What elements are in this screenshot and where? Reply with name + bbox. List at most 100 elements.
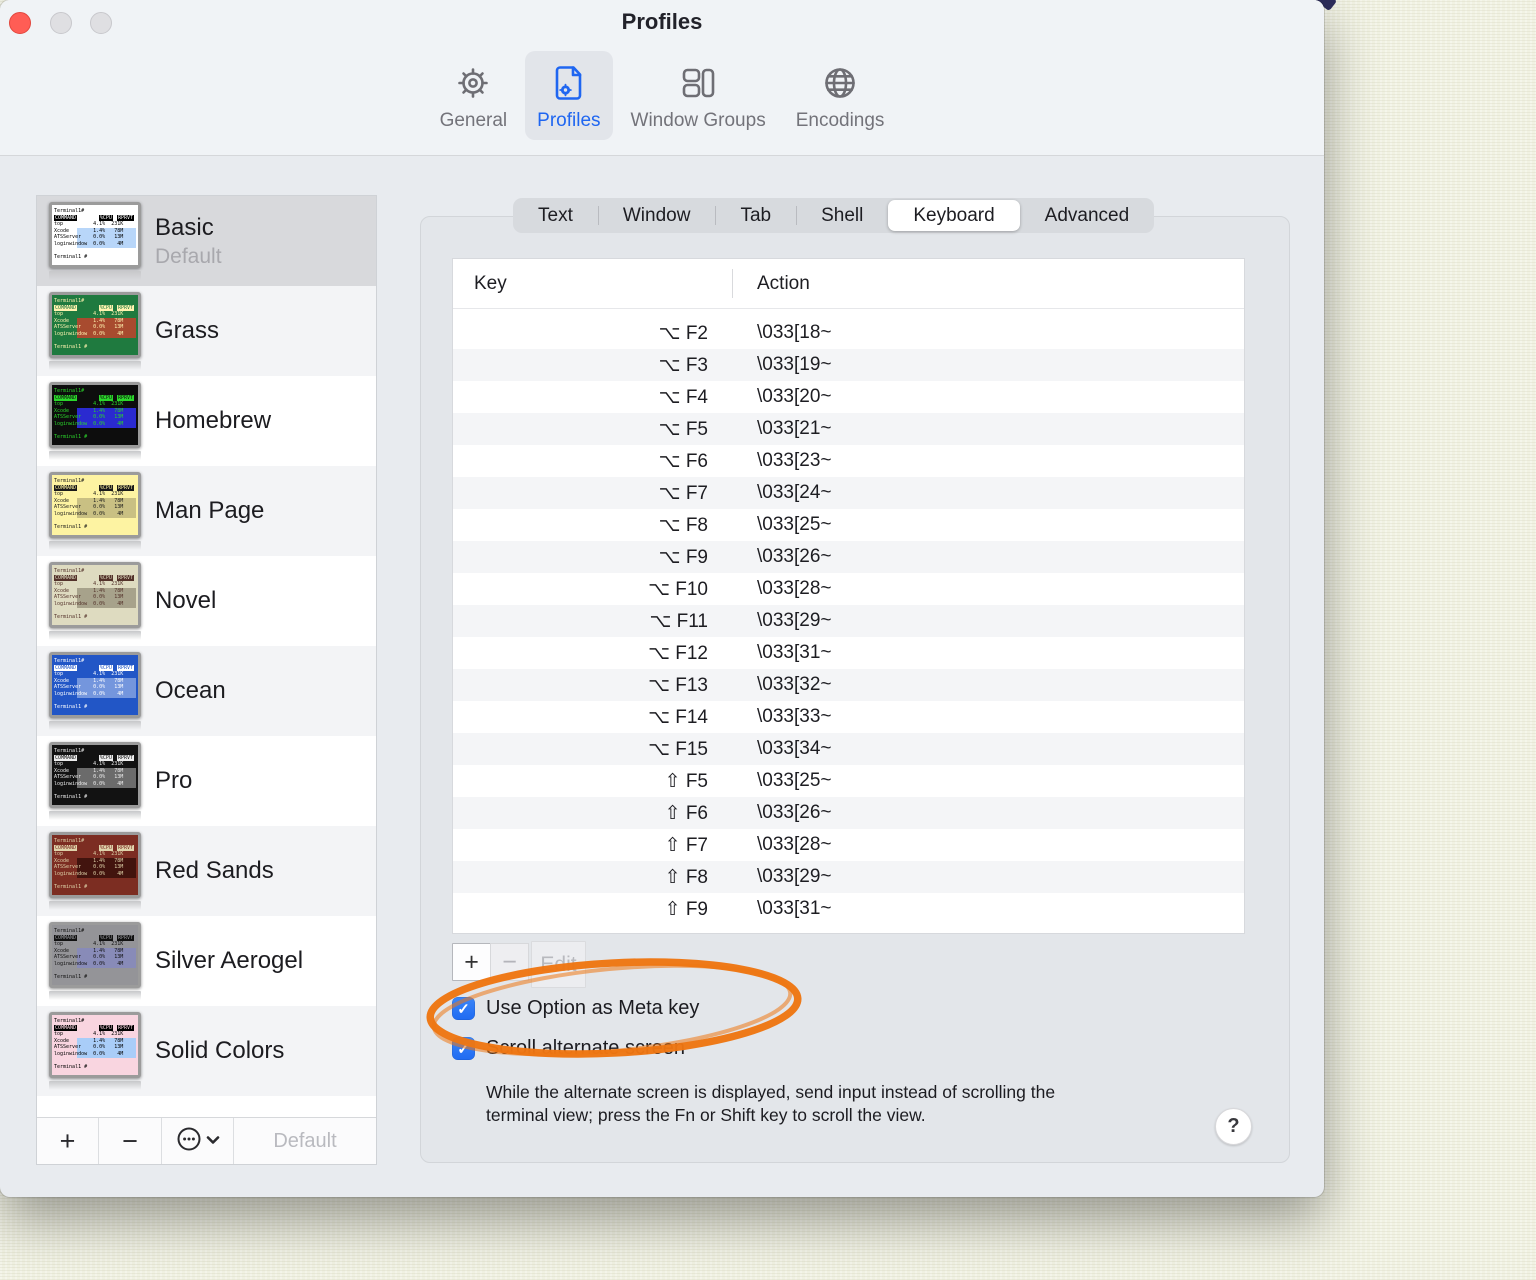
use-option-as-meta-key-checkbox-row: ✓ Use Option as Meta key [452,997,699,1020]
profile-list-item[interactable]: Terminal1# COMMAND %CPU RPRVT top 4.1% 231K X… [37,646,376,736]
remove-profile-button[interactable]: − [99,1118,162,1164]
tab-advanced[interactable]: Advanced [1020,198,1155,233]
tab-keyboard[interactable]: Keyboard [888,200,1020,231]
profile-thumbnail: Terminal1# COMMAND %CPU RPRVT top 4.1% 231K X… [49,652,141,730]
profile-tabs: Text Window Tab Shell Keyboard Advanced [513,198,1155,233]
action-cell: \033[32~ [757,674,832,695]
column-header-action[interactable]: Action [732,273,810,295]
profile-list: Terminal1# COMMAND %CPU RPRVT top 4.1% 231K X… [37,196,376,1117]
action-cell: \033[21~ [757,418,832,439]
profile-document-icon [546,60,592,106]
tab-text[interactable]: Text [513,198,598,233]
key-binding-row[interactable]: ⌥ F9 \033[26~ [453,541,1244,573]
profile-list-item[interactable]: Terminal1# COMMAND %CPU RPRVT top 4.1% 231K X… [37,556,376,646]
profile-list-item[interactable]: Terminal1# COMMAND %CPU RPRVT top 4.1% 231K X… [37,826,376,916]
action-cell: \033[25~ [757,770,832,791]
help-button[interactable]: ? [1215,1108,1252,1145]
profile-list-item[interactable]: Terminal1# COMMAND %CPU RPRVT top 4.1% 231K X… [37,286,376,376]
preferences-toolbar: General Profiles Window Groups Encodings [0,51,1324,140]
profile-name: Man Page [155,497,265,524]
profile-thumbnail: Terminal1# COMMAND %CPU RPRVT top 4.1% 231K X… [49,292,141,370]
key-cell: ⌥ F11 [649,610,708,632]
profile-list-item[interactable]: Terminal1# COMMAND %CPU RPRVT top 4.1% 231K X… [37,736,376,826]
thumbnail-reflection [49,451,141,460]
scroll-alternate-screen-checkbox[interactable]: ✓ [452,1037,475,1060]
desktop-background: Profiles General Profiles Window Groups … [0,0,1536,1280]
key-cell: ⇧ F5 [664,770,708,792]
action-cell: \033[24~ [757,482,832,503]
profile-name: Grass [155,317,220,344]
thumbnail-reflection [49,901,141,910]
key-binding-row[interactable]: ⌥ F7 \033[24~ [453,477,1244,509]
key-cell: ⌥ F13 [648,674,708,696]
key-cell: ⌥ F3 [658,354,708,376]
add-profile-button[interactable]: + [37,1118,99,1164]
use-option-as-meta-key-checkbox[interactable]: ✓ [452,997,475,1020]
profile-name: Red Sands [155,857,274,884]
column-divider [732,269,733,298]
key-binding-row[interactable]: ⌥ F13 \033[32~ [453,669,1244,701]
profile-thumbnail: Terminal1# COMMAND %CPU RPRVT top 4.1% 231K X… [49,202,141,280]
action-cell: \033[26~ [757,546,832,567]
key-binding-row[interactable]: ⌥ F14 \033[33~ [453,701,1244,733]
toolbar-item-encodings[interactable]: Encodings [784,51,897,140]
key-binding-row[interactable]: ⌥ F3 \033[19~ [453,349,1244,381]
toolbar-item-profiles[interactable]: Profiles [525,51,613,140]
profile-thumbnail: Terminal1# COMMAND %CPU RPRVT top 4.1% 231K X… [49,1012,141,1090]
key-cell: ⇧ F9 [664,898,708,920]
key-binding-row[interactable]: ⌥ F12 \033[31~ [453,637,1244,669]
column-header-key[interactable]: Key [453,273,732,295]
profile-actions-menu-button[interactable] [162,1118,234,1164]
toolbar-label-general: General [439,110,508,131]
key-binding-row[interactable]: ⌥ F11 \033[29~ [453,605,1244,637]
tab-tab[interactable]: Tab [715,198,796,233]
action-cell: \033[31~ [757,642,832,663]
key-binding-row[interactable]: ⇧ F7 \033[28~ [453,829,1244,861]
toolbar-item-window-groups[interactable]: Window Groups [619,51,778,140]
profile-list-item[interactable]: Terminal1# COMMAND %CPU RPRVT top 4.1% 231K X… [37,376,376,466]
action-cell: \033[26~ [757,802,832,823]
add-key-binding-button[interactable]: + [452,943,491,981]
key-binding-row[interactable]: ⌥ F8 \033[25~ [453,509,1244,541]
profile-name: Solid Colors [155,1037,285,1064]
profile-list-item[interactable]: Terminal1# COMMAND %CPU RPRVT top 4.1% 231K X… [37,196,376,286]
key-binding-row[interactable]: ⌥ F15 \033[34~ [453,733,1244,765]
key-binding-row[interactable]: ⇧ F6 \033[26~ [453,797,1244,829]
edit-key-binding-button: Edit [531,941,586,988]
key-cell: ⇧ F7 [664,834,708,856]
profile-thumbnail: Terminal1# COMMAND %CPU RPRVT top 4.1% 231K X… [49,562,141,640]
key-binding-row[interactable]: ⌥ F5 \033[21~ [453,413,1244,445]
checkbox-label: Use Option as Meta key [486,997,700,1019]
key-binding-row[interactable]: ⇧ F8 \033[29~ [453,861,1244,893]
profile-thumbnail: Terminal1# COMMAND %CPU RPRVT top 4.1% 231K X… [49,922,141,1000]
key-binding-row[interactable]: ⇧ F5 \033[25~ [453,765,1244,797]
key-cell: ⌥ F5 [658,418,708,440]
profile-name: Pro [155,767,193,794]
action-cell: \033[18~ [757,322,832,343]
key-binding-row[interactable]: ⌥ F2 \033[18~ [453,317,1244,349]
key-binding-row[interactable]: ⌥ F4 \033[20~ [453,381,1244,413]
set-default-button: Default [273,1129,337,1152]
profile-name: Basic [155,213,214,241]
key-binding-row[interactable]: ⌥ F6 \033[23~ [453,445,1244,477]
titlebar: Profiles General Profiles Window Groups … [0,0,1324,156]
key-cell: ⇧ F8 [664,866,708,888]
profile-thumbnail: Terminal1# COMMAND %CPU RPRVT top 4.1% 231K X… [49,742,141,820]
toolbar-item-general[interactable]: General [428,51,520,140]
chevron-down-icon [206,1132,220,1150]
profile-list-item[interactable]: Terminal1# COMMAND %CPU RPRVT top 4.1% 231K X… [37,466,376,556]
action-cell: \033[28~ [757,578,832,599]
key-cell: ⌥ F4 [658,386,708,408]
globe-icon [817,60,863,106]
key-cell: ⇧ F6 [664,802,708,824]
profile-list-item[interactable]: Terminal1# COMMAND %CPU RPRVT top 4.1% 231K X… [37,916,376,1006]
window-title: Profiles [621,9,703,34]
tab-shell[interactable]: Shell [796,198,888,233]
key-binding-row[interactable]: ⌥ F10 \033[28~ [453,573,1244,605]
key-binding-row[interactable]: ⇧ F9 \033[31~ [453,893,1244,925]
tab-window[interactable]: Window [597,198,716,233]
action-cell: \033[33~ [757,706,832,727]
profile-list-item[interactable]: Terminal1# COMMAND %CPU RPRVT top 4.1% 231K X… [37,1006,376,1096]
table-header: Key Action [453,259,1244,309]
toolbar-label-profiles: Profiles [537,110,601,131]
